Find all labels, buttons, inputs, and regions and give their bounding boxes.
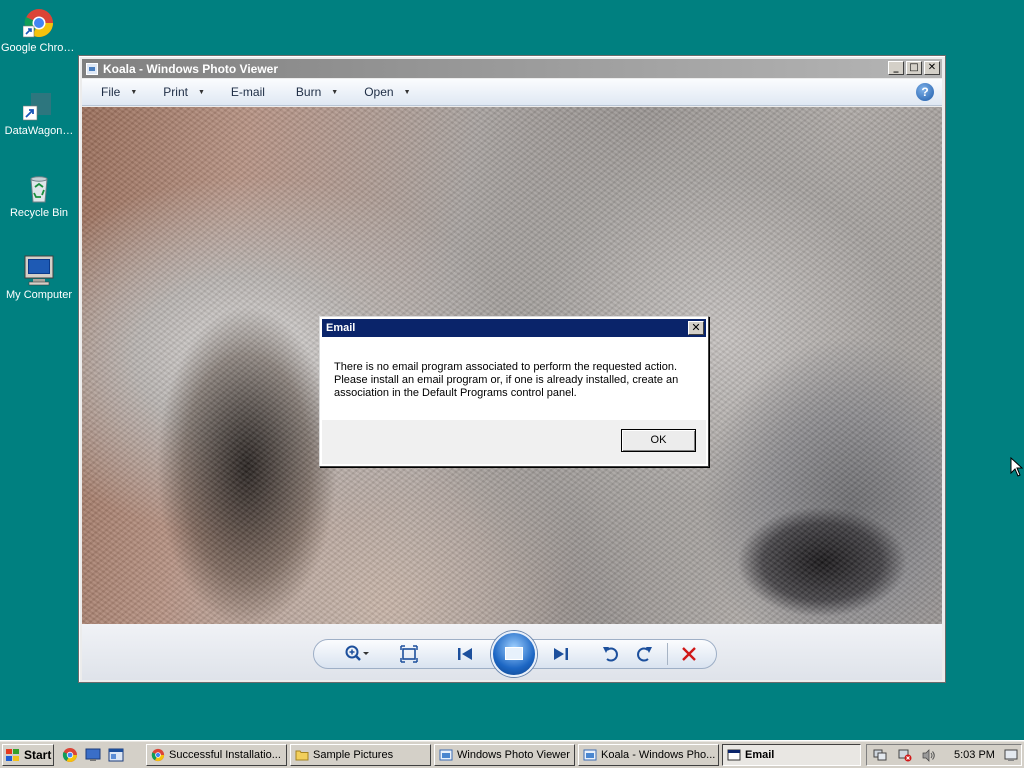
menu-label: E-mail (230, 85, 265, 99)
network-icon[interactable] (873, 749, 887, 762)
toolbar-divider (667, 643, 668, 665)
help-icon[interactable]: ? (916, 83, 934, 101)
email-dialog: Email ✕ There is no email program associ… (319, 316, 709, 467)
zoom-icon[interactable] (344, 644, 369, 664)
menu-bar: File ▼ Print ▼ E-mail Burn ▼ Open ▼ ? (82, 79, 942, 106)
rotate-counterclockwise-icon[interactable] (600, 644, 622, 664)
desktop-icon-recycle-bin[interactable]: Recycle Bin (0, 172, 78, 219)
menu-label: Burn (295, 85, 322, 99)
desktop-icon-label: My Computer (5, 289, 73, 301)
ok-button[interactable]: OK (621, 429, 696, 452)
system-tray: 5:03 PM (866, 744, 1022, 766)
window-title: Koala - Windows Photo Viewer (103, 61, 279, 76)
taskbar-item-label: Koala - Windows Pho... (601, 749, 716, 761)
menu-label: File (101, 85, 121, 99)
chevron-down-icon: ▼ (197, 88, 205, 96)
window-buttons: _ □ ✕ (888, 61, 940, 75)
previous-icon[interactable] (454, 644, 476, 664)
maximize-button[interactable]: □ (906, 61, 922, 75)
menu-open[interactable]: Open ▼ (364, 85, 410, 99)
menu-label: Print (163, 85, 188, 99)
network-error-icon[interactable] (898, 749, 912, 762)
quicklaunch-explorer-icon[interactable] (108, 747, 124, 763)
desktop-icon-label: Google Chrome (1, 42, 78, 54)
photo-viewer-icon (583, 748, 597, 762)
desktop-icon-datawagon[interactable]: DataWagon… (0, 90, 78, 137)
chrome-icon (22, 7, 55, 39)
window-titlebar[interactable]: Koala - Windows Photo Viewer _ □ ✕ (82, 59, 942, 78)
shortcut-icon (22, 90, 55, 122)
start-label: Start (24, 748, 52, 762)
dialog-footer: OK (322, 420, 706, 464)
folder-icon (295, 748, 309, 762)
taskbar-item-label: Email (745, 749, 775, 761)
chevron-down-icon: ▼ (130, 88, 138, 96)
rotate-clockwise-icon[interactable] (633, 644, 655, 664)
recycle-bin-icon (23, 172, 55, 204)
chrome-icon (151, 748, 165, 762)
taskbar: Start Successful Installatio... Sample P… (0, 740, 1024, 768)
menu-file[interactable]: File ▼ (101, 85, 137, 99)
close-button[interactable]: ✕ (924, 61, 940, 75)
desktop-icon-label: Recycle Bin (9, 207, 69, 219)
taskbar-item-sample-pictures[interactable]: Sample Pictures (290, 744, 431, 766)
delete-icon[interactable] (678, 644, 700, 664)
slideshow-button[interactable] (491, 631, 537, 677)
clock[interactable]: 5:03 PM (954, 749, 995, 761)
menu-burn[interactable]: Burn ▼ (296, 85, 338, 99)
taskbar-item-label: Sample Pictures (313, 749, 394, 761)
next-icon[interactable] (550, 644, 572, 664)
taskbar-item-label: Successful Installatio... (169, 749, 281, 761)
viewer-control-bar (82, 624, 942, 680)
dialog-close-button[interactable]: ✕ (688, 321, 704, 335)
menu-label: Open (364, 85, 394, 99)
dialog-titlebar[interactable]: Email ✕ (322, 319, 706, 337)
quicklaunch-desktop-icon[interactable] (85, 747, 101, 763)
volume-icon[interactable] (922, 749, 936, 762)
slideshow-icon (505, 647, 523, 660)
taskbar-item-chrome[interactable]: Successful Installatio... (146, 744, 287, 766)
taskbar-item-email[interactable]: Email (722, 744, 861, 766)
chevron-down-icon: ▼ (331, 88, 339, 96)
show-desktop-icon[interactable] (1004, 749, 1018, 762)
start-button[interactable]: Start (2, 744, 54, 766)
dialog-title: Email (326, 322, 356, 334)
photo-viewer-icon (86, 62, 98, 75)
desktop-icon-my-computer[interactable]: My Computer (0, 254, 78, 301)
desktop-icon-label: DataWagon… (4, 125, 74, 137)
photo-viewer-icon (439, 748, 453, 762)
windows-logo-icon (6, 748, 21, 762)
fit-window-icon[interactable] (398, 644, 420, 664)
taskbar-item-label: Windows Photo Viewer (457, 749, 570, 761)
chevron-down-icon: ▼ (403, 88, 411, 96)
my-computer-icon (23, 254, 55, 286)
menu-print[interactable]: Print ▼ (163, 85, 205, 99)
desktop-icon-chrome[interactable]: Google Chrome (0, 7, 78, 54)
minimize-button[interactable]: _ (888, 61, 904, 75)
taskbar-item-photo-viewer[interactable]: Windows Photo Viewer (434, 744, 575, 766)
dialog-message: There is no email program associated to … (334, 361, 679, 399)
taskbar-item-koala[interactable]: Koala - Windows Pho... (578, 744, 719, 766)
dialog-icon (727, 748, 741, 762)
quicklaunch-chrome-icon[interactable] (62, 747, 78, 763)
menu-email[interactable]: E-mail (231, 85, 265, 99)
mouse-cursor-icon (1010, 457, 1023, 477)
